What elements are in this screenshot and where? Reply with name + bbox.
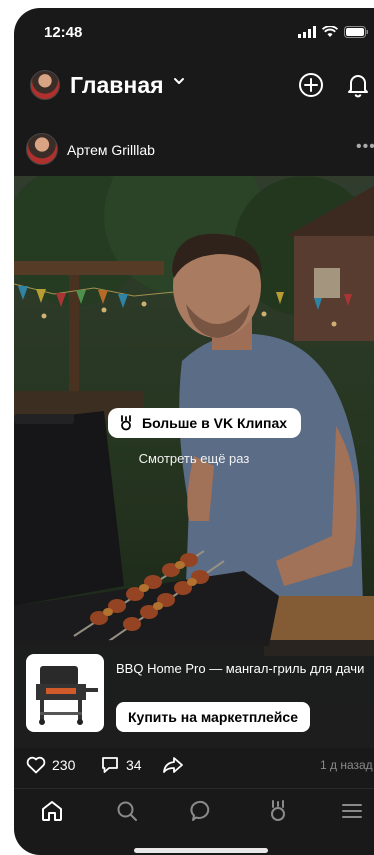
clips-icon: [121, 415, 131, 431]
home-indicator: [134, 848, 268, 853]
comment-icon: [102, 757, 118, 773]
author-avatar[interactable]: [26, 133, 58, 165]
bell-icon[interactable]: [346, 72, 370, 98]
more-in-clips-label: Больше в VK Клипах: [142, 415, 288, 431]
page-title[interactable]: Главная: [70, 72, 164, 99]
post-time: 1 д назад: [320, 758, 373, 772]
like-button[interactable]: 230: [26, 756, 75, 774]
status-time: 12:48: [44, 24, 83, 41]
like-count: 230: [52, 757, 76, 773]
comment-count: 34: [126, 757, 142, 773]
tab-bar: [14, 788, 374, 838]
product-image[interactable]: [26, 654, 104, 732]
search-icon[interactable]: [115, 799, 139, 823]
share-icon: [163, 757, 183, 773]
signal-icon: [298, 26, 316, 38]
heart-icon: [26, 756, 46, 774]
wifi-icon: [322, 26, 338, 37]
post-header: Артем Grilllab •••: [14, 130, 374, 170]
menu-icon[interactable]: [340, 799, 364, 823]
buy-on-marketplace-button[interactable]: Купить на маркетплейсе: [116, 702, 310, 732]
comment-button[interactable]: 34: [100, 756, 142, 774]
more-in-clips-button[interactable]: Больше в VK Клипах: [108, 408, 302, 438]
product-card[interactable]: BBQ Home Pro — мангал-гриль для дачи Куп…: [14, 640, 374, 748]
battery-icon: [344, 26, 368, 38]
app-header: Главная: [14, 64, 374, 108]
product-name[interactable]: BBQ Home Pro — мангал-гриль для дачи: [116, 660, 366, 678]
share-button[interactable]: [162, 756, 184, 774]
watch-again-link[interactable]: Смотреть ещё раз: [14, 451, 374, 466]
author-name[interactable]: Артем Grilllab: [67, 142, 155, 158]
chevron-down-icon[interactable]: [172, 74, 186, 88]
home-icon[interactable]: [40, 799, 64, 823]
post-video[interactable]: Больше в VK Клипах Смотреть ещё раз BBQ …: [14, 176, 374, 748]
phone-screen: 12:48 Главная Артем Grilllab ••• Больше …: [14, 8, 374, 855]
more-icon[interactable]: •••: [356, 138, 374, 156]
add-icon[interactable]: [298, 72, 324, 98]
clips-icon[interactable]: [266, 799, 290, 823]
profile-avatar[interactable]: [30, 70, 60, 100]
grill-image: [36, 666, 98, 725]
status-bar: 12:48: [14, 8, 374, 56]
status-icons: [298, 26, 368, 38]
post-actions: 230 34 1 д назад: [14, 748, 374, 784]
messages-icon[interactable]: [190, 799, 214, 823]
